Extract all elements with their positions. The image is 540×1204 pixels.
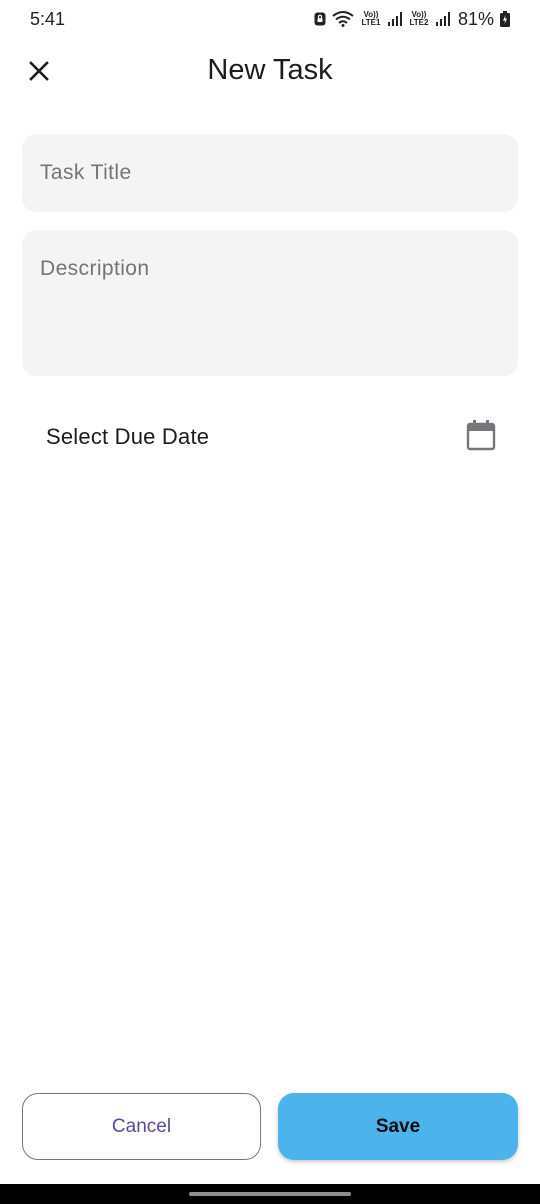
task-title-input[interactable] <box>40 161 500 185</box>
description-field[interactable] <box>22 230 518 376</box>
page-title: New Task <box>207 54 333 86</box>
new-task-screen: 5:41 Vo)) LTE1 Vo)) LTE2 81% New Task Ta… <box>0 0 540 1204</box>
lock-icon <box>314 12 326 26</box>
signal-icon <box>387 12 402 26</box>
app-bar: New Task <box>0 38 540 106</box>
cancel-button[interactable]: Cancel <box>22 1093 261 1160</box>
sim2-lte-tag: Vo)) LTE2 <box>409 10 429 27</box>
navigation-bar <box>0 1184 540 1204</box>
save-button[interactable]: Save <box>278 1093 518 1160</box>
task-title-field[interactable] <box>22 134 518 212</box>
battery-percent: 81% <box>457 8 494 29</box>
due-date-selector[interactable]: Select Due Date <box>22 408 518 466</box>
sim1-lte-tag: Vo)) LTE1 <box>361 10 381 27</box>
battery-icon <box>500 11 510 27</box>
home-gesture-handle[interactable] <box>189 1192 351 1196</box>
due-date-label: Select Due Date <box>46 424 210 449</box>
description-input[interactable] <box>40 257 500 281</box>
status-time: 5:41 <box>30 8 66 29</box>
status-bar: 5:41 Vo)) LTE1 Vo)) LTE2 81% <box>0 0 540 38</box>
status-icons: Vo)) LTE1 Vo)) LTE2 81% <box>314 9 510 30</box>
wifi-icon <box>332 11 354 27</box>
calendar-icon[interactable] <box>466 419 496 456</box>
signal-icon <box>435 12 450 26</box>
